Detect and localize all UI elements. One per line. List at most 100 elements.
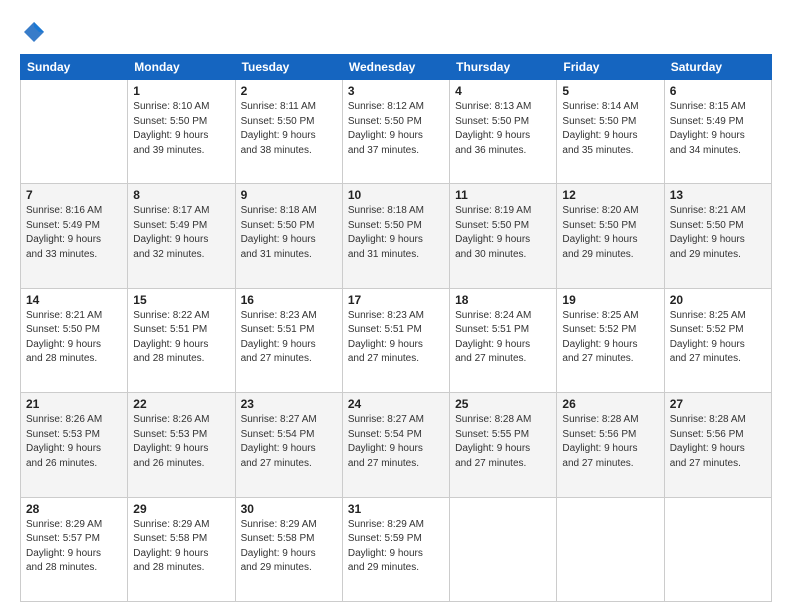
day-number: 16: [241, 293, 337, 307]
calendar-cell: 31 Sunrise: 8:29 AMSunset: 5:59 PMDayligh…: [342, 497, 449, 601]
day-number: 31: [348, 502, 444, 516]
calendar-week-row: 1 Sunrise: 8:10 AMSunset: 5:50 PMDaylight…: [21, 80, 772, 184]
calendar-cell: 13 Sunrise: 8:21 AMSunset: 5:50 PMDayligh…: [664, 184, 771, 288]
day-info: Sunrise: 8:21 AMSunset: 5:50 PMDaylight:…: [26, 309, 122, 367]
day-number: 29: [133, 502, 229, 516]
day-info: Sunrise: 8:27 AMSunset: 5:54 PMDaylight:…: [241, 413, 337, 471]
day-info: Sunrise: 8:19 AMSunset: 5:50 PMDaylight:…: [455, 204, 551, 262]
day-info: Sunrise: 8:14 AMSunset: 5:50 PMDaylight:…: [562, 100, 658, 158]
day-info: Sunrise: 8:18 AMSunset: 5:50 PMDaylight:…: [348, 204, 444, 262]
day-number: 13: [670, 188, 766, 202]
page: SundayMondayTuesdayWednesdayThursdayFrid…: [0, 0, 792, 612]
day-number: 7: [26, 188, 122, 202]
header: [20, 18, 772, 46]
day-number: 2: [241, 84, 337, 98]
weekday-header-tuesday: Tuesday: [235, 55, 342, 80]
calendar-cell: [664, 497, 771, 601]
calendar-cell: 10 Sunrise: 8:18 AMSunset: 5:50 PMDayligh…: [342, 184, 449, 288]
weekday-header-wednesday: Wednesday: [342, 55, 449, 80]
day-info: Sunrise: 8:16 AMSunset: 5:49 PMDaylight:…: [26, 204, 122, 262]
weekday-header-monday: Monday: [128, 55, 235, 80]
day-info: Sunrise: 8:25 AMSunset: 5:52 PMDaylight:…: [670, 309, 766, 367]
day-number: 11: [455, 188, 551, 202]
day-info: Sunrise: 8:10 AMSunset: 5:50 PMDaylight:…: [133, 100, 229, 158]
day-number: 14: [26, 293, 122, 307]
calendar-cell: 7 Sunrise: 8:16 AMSunset: 5:49 PMDaylight…: [21, 184, 128, 288]
day-number: 8: [133, 188, 229, 202]
calendar-cell: 17Sunrise: 8:23 AMSunset: 5:51 PMDayligh…: [342, 288, 449, 392]
day-info: Sunrise: 8:21 AMSunset: 5:50 PMDaylight:…: [670, 204, 766, 262]
calendar-cell: 29 Sunrise: 8:29 AMSunset: 5:58 PMDayligh…: [128, 497, 235, 601]
day-info: Sunrise: 8:29 AMSunset: 5:57 PMDaylight:…: [26, 518, 122, 576]
calendar-week-row: 28 Sunrise: 8:29 AMSunset: 5:57 PMDayligh…: [21, 497, 772, 601]
day-number: 27: [670, 397, 766, 411]
calendar-cell: [450, 497, 557, 601]
day-number: 10: [348, 188, 444, 202]
day-number: 5: [562, 84, 658, 98]
calendar-cell: 26 Sunrise: 8:28 AMSunset: 5:56 PMDayligh…: [557, 393, 664, 497]
calendar-cell: 11 Sunrise: 8:19 AMSunset: 5:50 PMDayligh…: [450, 184, 557, 288]
calendar-cell: 6 Sunrise: 8:15 AMSunset: 5:49 PMDaylight…: [664, 80, 771, 184]
day-number: 12: [562, 188, 658, 202]
calendar-cell: 25Sunrise: 8:28 AMSunset: 5:55 PMDayligh…: [450, 393, 557, 497]
calendar-cell: 9 Sunrise: 8:18 AMSunset: 5:50 PMDaylight…: [235, 184, 342, 288]
calendar-cell: 1 Sunrise: 8:10 AMSunset: 5:50 PMDaylight…: [128, 80, 235, 184]
day-number: 26: [562, 397, 658, 411]
calendar-cell: 3Sunrise: 8:12 AMSunset: 5:50 PMDaylight…: [342, 80, 449, 184]
day-number: 24: [348, 397, 444, 411]
day-info: Sunrise: 8:28 AMSunset: 5:55 PMDaylight:…: [455, 413, 551, 471]
calendar-table: SundayMondayTuesdayWednesdayThursdayFrid…: [20, 54, 772, 602]
day-info: Sunrise: 8:23 AMSunset: 5:51 PMDaylight:…: [241, 309, 337, 367]
calendar-cell: 8 Sunrise: 8:17 AMSunset: 5:49 PMDaylight…: [128, 184, 235, 288]
day-number: 6: [670, 84, 766, 98]
day-info: Sunrise: 8:29 AMSunset: 5:59 PMDaylight:…: [348, 518, 444, 576]
day-info: Sunrise: 8:11 AMSunset: 5:50 PMDaylight:…: [241, 100, 337, 158]
day-info: Sunrise: 8:18 AMSunset: 5:50 PMDaylight:…: [241, 204, 337, 262]
day-info: Sunrise: 8:15 AMSunset: 5:49 PMDaylight:…: [670, 100, 766, 158]
day-info: Sunrise: 8:17 AMSunset: 5:49 PMDaylight:…: [133, 204, 229, 262]
calendar-cell: 18 Sunrise: 8:24 AMSunset: 5:51 PMDayligh…: [450, 288, 557, 392]
day-info: Sunrise: 8:25 AMSunset: 5:52 PMDaylight:…: [562, 309, 658, 367]
day-number: 19: [562, 293, 658, 307]
calendar-cell: 22Sunrise: 8:26 AMSunset: 5:53 PMDayligh…: [128, 393, 235, 497]
day-number: 15: [133, 293, 229, 307]
calendar-cell: 19 Sunrise: 8:25 AMSunset: 5:52 PMDayligh…: [557, 288, 664, 392]
day-number: 1: [133, 84, 229, 98]
day-number: 4: [455, 84, 551, 98]
logo-icon: [20, 18, 48, 46]
calendar-cell: 14 Sunrise: 8:21 AMSunset: 5:50 PMDayligh…: [21, 288, 128, 392]
day-info: Sunrise: 8:22 AMSunset: 5:51 PMDaylight:…: [133, 309, 229, 367]
weekday-header-saturday: Saturday: [664, 55, 771, 80]
day-info: Sunrise: 8:24 AMSunset: 5:51 PMDaylight:…: [455, 309, 551, 367]
day-info: Sunrise: 8:29 AMSunset: 5:58 PMDaylight:…: [241, 518, 337, 576]
calendar-cell: 23Sunrise: 8:27 AMSunset: 5:54 PMDayligh…: [235, 393, 342, 497]
day-info: Sunrise: 8:20 AMSunset: 5:50 PMDaylight:…: [562, 204, 658, 262]
day-info: Sunrise: 8:12 AMSunset: 5:50 PMDaylight:…: [348, 100, 444, 158]
logo: [20, 18, 52, 46]
weekday-header-row: SundayMondayTuesdayWednesdayThursdayFrid…: [21, 55, 772, 80]
calendar-week-row: 14 Sunrise: 8:21 AMSunset: 5:50 PMDayligh…: [21, 288, 772, 392]
calendar-week-row: 7 Sunrise: 8:16 AMSunset: 5:49 PMDaylight…: [21, 184, 772, 288]
calendar-cell: 24 Sunrise: 8:27 AMSunset: 5:54 PMDayligh…: [342, 393, 449, 497]
day-info: Sunrise: 8:26 AMSunset: 5:53 PMDaylight:…: [26, 413, 122, 471]
calendar-cell: 30 Sunrise: 8:29 AMSunset: 5:58 PMDayligh…: [235, 497, 342, 601]
calendar-cell: [21, 80, 128, 184]
calendar-cell: 21 Sunrise: 8:26 AMSunset: 5:53 PMDayligh…: [21, 393, 128, 497]
calendar-cell: 16 Sunrise: 8:23 AMSunset: 5:51 PMDayligh…: [235, 288, 342, 392]
weekday-header-sunday: Sunday: [21, 55, 128, 80]
day-number: 21: [26, 397, 122, 411]
day-info: Sunrise: 8:13 AMSunset: 5:50 PMDaylight:…: [455, 100, 551, 158]
calendar-cell: 5 Sunrise: 8:14 AMSunset: 5:50 PMDaylight…: [557, 80, 664, 184]
day-info: Sunrise: 8:29 AMSunset: 5:58 PMDaylight:…: [133, 518, 229, 576]
day-number: 30: [241, 502, 337, 516]
calendar-cell: 2 Sunrise: 8:11 AMSunset: 5:50 PMDaylight…: [235, 80, 342, 184]
calendar-cell: [557, 497, 664, 601]
day-info: Sunrise: 8:27 AMSunset: 5:54 PMDaylight:…: [348, 413, 444, 471]
day-number: 9: [241, 188, 337, 202]
weekday-header-thursday: Thursday: [450, 55, 557, 80]
day-number: 18: [455, 293, 551, 307]
calendar-week-row: 21 Sunrise: 8:26 AMSunset: 5:53 PMDayligh…: [21, 393, 772, 497]
day-number: 28: [26, 502, 122, 516]
day-number: 17: [348, 293, 444, 307]
day-info: Sunrise: 8:28 AMSunset: 5:56 PMDaylight:…: [562, 413, 658, 471]
